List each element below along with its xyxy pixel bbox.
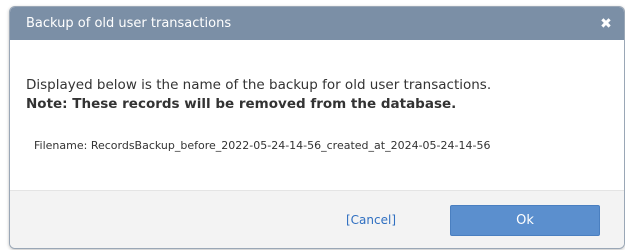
dialog-body: Displayed below is the name of the backu… [10, 40, 624, 191]
filename-line: Filename: RecordsBackup_before_2022-05-2… [26, 139, 608, 152]
dialog-titlebar: Backup of old user transactions ✖ [10, 7, 624, 40]
close-icon[interactable]: ✖ [598, 17, 614, 31]
cancel-button[interactable]: [Cancel] [346, 213, 396, 227]
dialog-footer: [Cancel] Ok [10, 191, 624, 248]
backup-dialog: Backup of old user transactions ✖ Displa… [9, 6, 625, 249]
dialog-title: Backup of old user transactions [26, 16, 232, 31]
filename-value: RecordsBackup_before_2022-05-24-14-56_cr… [90, 139, 491, 152]
filename-label: Filename: [34, 139, 88, 152]
ok-button[interactable]: Ok [450, 204, 600, 236]
dialog-note: Note: These records will be removed from… [26, 96, 457, 112]
dialog-message: Displayed below is the name of the backu… [26, 77, 492, 93]
